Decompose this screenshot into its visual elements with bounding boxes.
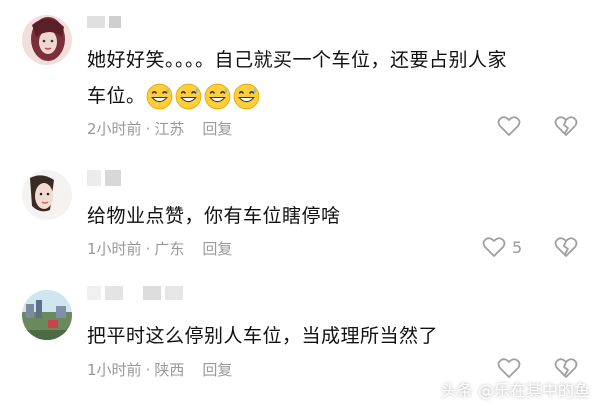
reply-button[interactable]: 回复 [202, 118, 232, 139]
meta-separator: · [145, 119, 151, 138]
grinning-sweat-emoji [204, 83, 230, 110]
avatar[interactable] [22, 15, 72, 65]
comment-meta: 1小时前 · 广东 回复 [87, 238, 232, 259]
avatar[interactable] [22, 290, 72, 340]
timestamp: 1小时前 [87, 240, 142, 258]
username-masked [87, 16, 121, 28]
like-button[interactable]: 5 [482, 236, 522, 258]
comment-text-line: 她好好笑。。。。自己就买一个车位，还要占别人家 [87, 49, 508, 71]
comment-text-line: 车位。 [87, 78, 577, 114]
comment-text-fragment: 车位。 [87, 85, 146, 107]
heart-icon [497, 116, 521, 136]
comment-text: 把平时这么停别人车位，当成理所当然了 [87, 318, 577, 354]
emoji-group [146, 83, 260, 110]
broken-heart-icon [554, 237, 578, 257]
meta-separator: · [145, 360, 151, 379]
comment-text: 她好好笑。。。。自己就买一个车位，还要占别人家 车位。 [87, 42, 577, 114]
grinning-sweat-emoji [233, 83, 259, 110]
grinning-sweat-emoji [146, 83, 172, 110]
like-button[interactable] [497, 115, 527, 137]
heart-icon [482, 237, 506, 257]
watermark: 头条 @乐在其中的鱼 [440, 381, 590, 400]
like-count: 5 [512, 237, 523, 257]
comment-meta: 1小时前 · 陕西 回复 [87, 359, 232, 380]
timestamp: 1小时前 [87, 361, 142, 379]
avatar[interactable] [22, 170, 72, 220]
dislike-button[interactable] [554, 236, 578, 262]
heart-icon [497, 358, 521, 378]
comment-text: 给物业点赞，你有车位瞎停啥 [87, 198, 577, 234]
like-button[interactable] [497, 357, 527, 379]
comment-meta: 2小时前 · 江苏 回复 [87, 118, 232, 139]
username-masked [87, 286, 183, 300]
timestamp: 2小时前 [87, 120, 142, 138]
grinning-sweat-emoji [175, 83, 201, 110]
broken-heart-icon [554, 116, 578, 136]
broken-heart-icon [554, 358, 578, 378]
username-masked [87, 170, 121, 186]
reply-button[interactable]: 回复 [202, 238, 232, 259]
reply-button[interactable]: 回复 [202, 359, 232, 380]
location: 广东 [154, 240, 185, 258]
location: 陕西 [154, 361, 185, 379]
comment-text-line: 给物业点赞，你有车位瞎停啥 [87, 205, 341, 227]
location: 江苏 [154, 120, 185, 138]
comment-text-line: 把平时这么停别人车位，当成理所当然了 [87, 325, 439, 347]
meta-separator: · [145, 239, 151, 258]
dislike-button[interactable] [554, 115, 578, 141]
